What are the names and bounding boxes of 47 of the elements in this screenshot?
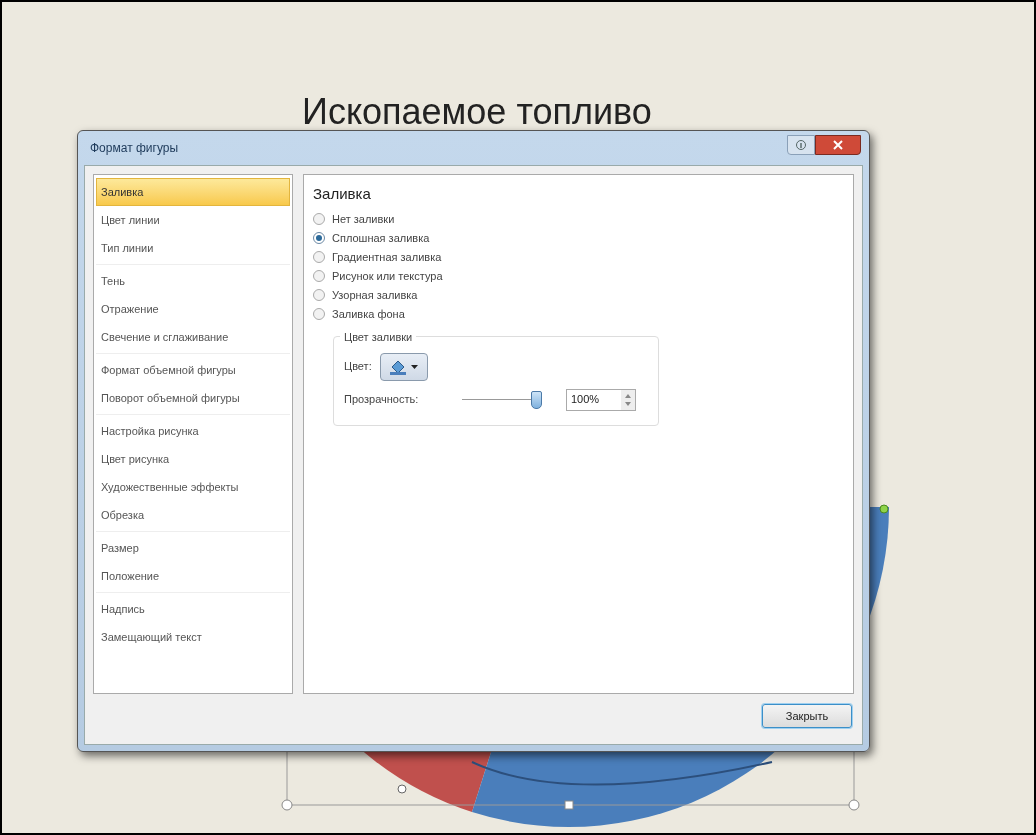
radio-button[interactable] [313, 232, 325, 244]
category-item[interactable]: Настройка рисунка [96, 417, 290, 445]
dialog-title: Формат фигуры [90, 140, 179, 157]
category-item[interactable]: Формат объемной фигуры [96, 356, 290, 384]
caret-icon [411, 364, 419, 369]
category-item[interactable]: Поворот объемной фигуры [96, 384, 290, 412]
rotation-handle[interactable] [879, 504, 889, 514]
help-icon [796, 139, 806, 151]
color-picker-button[interactable] [379, 352, 428, 381]
close-dialog-button[interactable]: Закрыть [762, 704, 852, 728]
radio-button[interactable] [313, 213, 325, 225]
color-label: Цвет: [344, 359, 372, 375]
radio-label[interactable]: Сплошная заливка [332, 229, 430, 247]
slide-title: Ископаемое топливо [302, 94, 652, 130]
radio-button[interactable] [313, 308, 325, 320]
category-item[interactable]: Заливка [96, 178, 290, 206]
category-item[interactable]: Отражение [96, 295, 290, 323]
adjust-handle[interactable] [397, 784, 407, 794]
radio-label[interactable]: Рисунок или текстура [332, 267, 443, 285]
transparency-spinbox[interactable]: 100% [566, 388, 636, 411]
category-item[interactable]: Цвет линии [96, 206, 290, 234]
category-item[interactable]: Обрезка [96, 501, 290, 529]
spin-arrows-icon [621, 389, 635, 410]
panel-heading: Заливка [313, 184, 372, 204]
close-button[interactable] [815, 135, 861, 155]
category-item[interactable]: Размер [96, 534, 290, 562]
category-item[interactable]: Замещающий текст [96, 623, 290, 651]
category-item[interactable]: Цвет рисунка [96, 445, 290, 473]
transparency-value: 100% [570, 392, 601, 408]
radio-label[interactable]: Узорная заливка [332, 286, 418, 304]
category-item[interactable]: Художественные эффекты [96, 473, 290, 501]
category-item[interactable]: Тип линии [96, 234, 290, 262]
slider-thumb[interactable] [531, 390, 542, 409]
category-item[interactable]: Надпись [96, 595, 290, 623]
radio-label[interactable]: Заливка фона [332, 305, 405, 323]
category-item[interactable]: Тень [96, 267, 290, 295]
category-item[interactable]: Положение [96, 562, 290, 590]
radio-button[interactable] [313, 289, 325, 301]
radio-button[interactable] [313, 251, 325, 263]
transparency-label: Прозрачность: [344, 392, 420, 408]
radio-label[interactable]: Нет заливки [332, 210, 395, 228]
help-button[interactable] [787, 135, 815, 155]
paint-bucket-icon [389, 358, 408, 375]
category-item[interactable]: Свечение и сглаживание [96, 323, 290, 351]
close-icon [833, 140, 843, 150]
radio-label[interactable]: Градиентная заливка [332, 248, 442, 266]
radio-button[interactable] [313, 270, 325, 282]
